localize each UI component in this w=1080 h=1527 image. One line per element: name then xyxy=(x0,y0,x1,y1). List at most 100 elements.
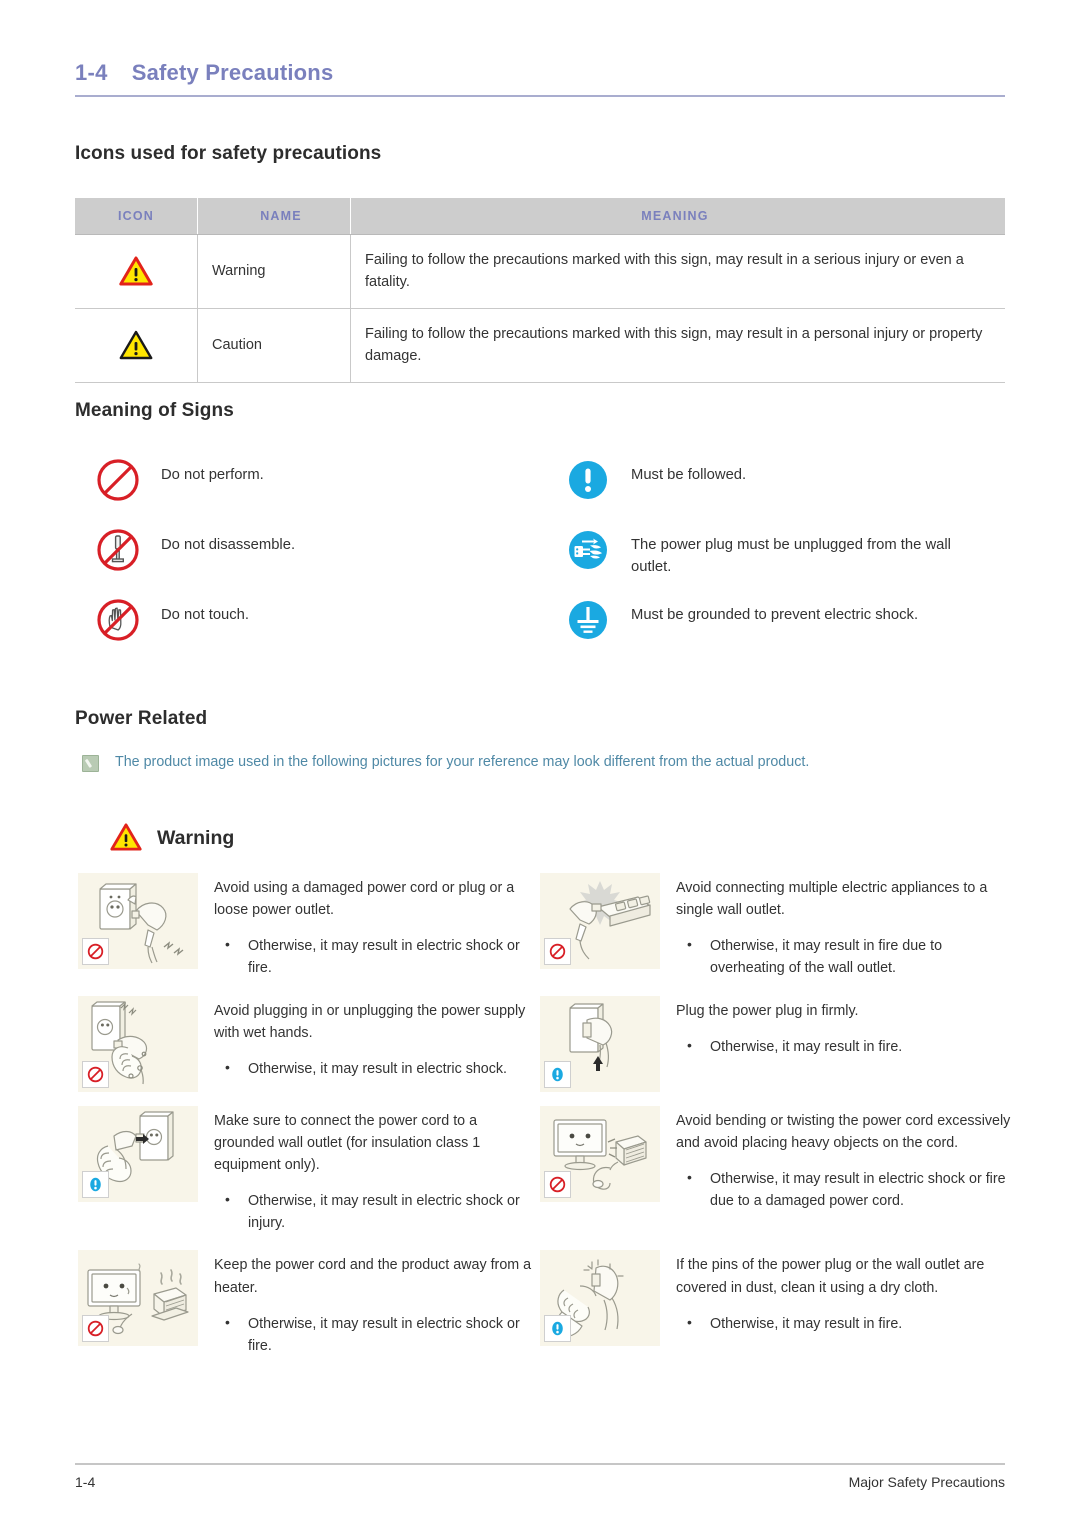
note-text: The product image used in the following … xyxy=(115,754,810,770)
mandatory-badge xyxy=(544,1315,571,1343)
table-row: Caution Failing to follow the precaution… xyxy=(75,308,1005,383)
do-not-touch-icon xyxy=(75,595,161,643)
item-bullets: Otherwise, it may result in electric sho… xyxy=(214,1057,540,1080)
item-title: Keep the power cord and the product away… xyxy=(214,1257,532,1296)
list-item: Avoid connecting multiple electric appli… xyxy=(540,873,1013,982)
list-item: Do not disassemble. xyxy=(75,525,545,595)
warning-items-grid: Avoid using a damaged power cord or plug… xyxy=(78,873,1013,1373)
list-item: Avoid plugging in or unplugging the powe… xyxy=(78,995,540,1092)
document-page: 1-4 Safety Precautions Icons used for sa… xyxy=(0,0,1080,1527)
item-body: Make sure to connect the power cord to a… xyxy=(198,1106,540,1237)
item-bullets: Otherwise, it may result in electric sho… xyxy=(214,1312,540,1357)
damaged-plug-outlet-illustration xyxy=(78,873,198,969)
header-divider xyxy=(75,95,1005,97)
list-item: Do not perform. xyxy=(75,455,545,525)
bullet: Otherwise, it may result in electric sho… xyxy=(676,1167,1013,1212)
cell-name: Warning xyxy=(197,234,351,309)
item-bullets: Otherwise, it may result in fire due to … xyxy=(676,934,1013,979)
note-line: The product image used in the following … xyxy=(82,752,809,772)
warning-triangle-red-icon xyxy=(110,823,144,853)
sign-label: Do not touch. xyxy=(161,607,250,623)
list-item: Make sure to connect the power cord to a… xyxy=(78,1105,540,1237)
item-body: If the pins of the power plug or the wal… xyxy=(660,1250,1013,1336)
item-bullets: Otherwise, it may result in electric sho… xyxy=(676,1167,1013,1212)
cell-meaning: Failing to follow the precautions marked… xyxy=(350,234,1005,309)
chapter-number: 1-4 xyxy=(75,60,108,85)
column-header-icon: ICON xyxy=(75,198,198,235)
list-item: Must be followed. xyxy=(545,455,1005,525)
column-header-name: NAME xyxy=(197,198,351,235)
bullet: Otherwise, it may result in electric sho… xyxy=(214,1189,540,1234)
multi-outlet-overload-illustration xyxy=(540,873,660,969)
list-item: Plug the power plug in firmly. Otherwise… xyxy=(540,995,1013,1092)
footer-page-number: 1-4 xyxy=(75,1474,96,1490)
table-body: Warning Failing to follow the precaution… xyxy=(75,234,1005,383)
cell-icon xyxy=(75,234,198,309)
document-footer: 1-4 Major Safety Precautions xyxy=(75,1474,1005,1490)
cell-name: Caution xyxy=(197,308,351,383)
list-item: Avoid using a damaged power cord or plug… xyxy=(78,873,540,982)
bullet: Otherwise, it may result in electric sho… xyxy=(214,1312,540,1357)
bullet: Otherwise, it may result in fire due to … xyxy=(676,934,1013,979)
cell-meaning: Failing to follow the precautions marked… xyxy=(350,308,1005,383)
bullet: Otherwise, it may result in fire. xyxy=(676,1035,1013,1058)
item-title: Avoid bending or twisting the power cord… xyxy=(676,1112,1011,1151)
mandatory-badge xyxy=(544,1060,571,1088)
list-item: Do not touch. xyxy=(75,595,545,665)
document-header: 1-4 Safety Precautions xyxy=(75,60,1005,97)
list-item: The power plug must be unplugged from th… xyxy=(545,525,1005,595)
item-bullets: Otherwise, it may result in fire. xyxy=(676,1035,1013,1058)
section-heading-signs: Meaning of Signs xyxy=(75,400,234,421)
do-not-disassemble-icon xyxy=(75,525,161,573)
sign-label: Must be grounded to prevent electric sho… xyxy=(631,607,919,623)
item-title: Plug the power plug in firmly. xyxy=(676,1002,859,1019)
bullet: Otherwise, it may result in electric sho… xyxy=(214,1057,540,1080)
bent-cord-heavy-object-illustration xyxy=(540,1105,660,1202)
cell-icon xyxy=(75,308,198,383)
sign-label: The power plug must be unplugged from th… xyxy=(631,537,951,576)
item-bullets: Otherwise, it may result in electric sho… xyxy=(214,934,540,979)
list-item: Keep the power cord and the product away… xyxy=(78,1250,540,1359)
prohibition-badge xyxy=(82,1060,109,1088)
sign-label: Do not perform. xyxy=(161,467,264,483)
clean-dusty-plug-illustration xyxy=(540,1250,660,1347)
footer-section-name: Major Safety Precautions xyxy=(848,1474,1005,1490)
bullet: Otherwise, it may result in fire. xyxy=(676,1312,1013,1335)
note-clip-icon xyxy=(82,755,99,772)
page-title: Safety Precautions xyxy=(131,60,334,85)
sign-label: Do not disassemble. xyxy=(161,537,296,553)
section-heading-power: Power Related xyxy=(75,708,208,729)
mandatory-exclamation-icon xyxy=(545,455,631,503)
wet-hands-plug-illustration xyxy=(78,995,198,1092)
item-body: Plug the power plug in firmly. Otherwise… xyxy=(660,996,1013,1060)
warning-banner: Warning xyxy=(110,823,234,853)
signs-legend-grid: Do not perform. Must be followed. Do not… xyxy=(75,455,1005,665)
footer-divider xyxy=(75,1463,1005,1465)
grounded-outlet-illustration xyxy=(78,1105,198,1202)
list-item: Avoid bending or twisting the power cord… xyxy=(540,1105,1013,1237)
item-bullets: Otherwise, it may result in electric sho… xyxy=(214,1189,540,1234)
monitor-near-heater-illustration xyxy=(78,1250,198,1347)
item-title: Make sure to connect the power cord to a… xyxy=(214,1112,481,1173)
sign-label: Must be followed. xyxy=(631,467,747,483)
list-item: Must be grounded to prevent electric sho… xyxy=(545,595,1005,665)
table-header-row: ICON NAME MEANING xyxy=(75,198,1005,235)
item-body: Keep the power cord and the product away… xyxy=(198,1250,540,1359)
item-body: Avoid plugging in or unplugging the powe… xyxy=(198,996,540,1082)
table-header: ICON NAME MEANING xyxy=(75,198,1005,235)
item-body: Avoid using a damaged power cord or plug… xyxy=(198,873,540,982)
table-row: Warning Failing to follow the precaution… xyxy=(75,234,1005,309)
column-header-meaning: MEANING xyxy=(350,198,1005,235)
item-title: If the pins of the power plug or the wal… xyxy=(676,1257,985,1296)
prohibition-badge xyxy=(82,1315,109,1343)
plug-in-firmly-illustration xyxy=(540,995,660,1092)
grounding-icon xyxy=(545,595,631,643)
item-body: Avoid connecting multiple electric appli… xyxy=(660,873,1013,982)
prohibition-badge xyxy=(82,938,109,965)
icon-legend-table: ICON NAME MEANING Warning Failing to fol… xyxy=(75,198,1005,383)
list-item: If the pins of the power plug or the wal… xyxy=(540,1250,1013,1359)
warning-triangle-red-icon xyxy=(119,256,153,286)
bullet: Otherwise, it may result in electric sho… xyxy=(214,934,540,979)
prohibition-circle-icon xyxy=(75,455,161,503)
item-bullets: Otherwise, it may result in fire. xyxy=(676,1312,1013,1335)
